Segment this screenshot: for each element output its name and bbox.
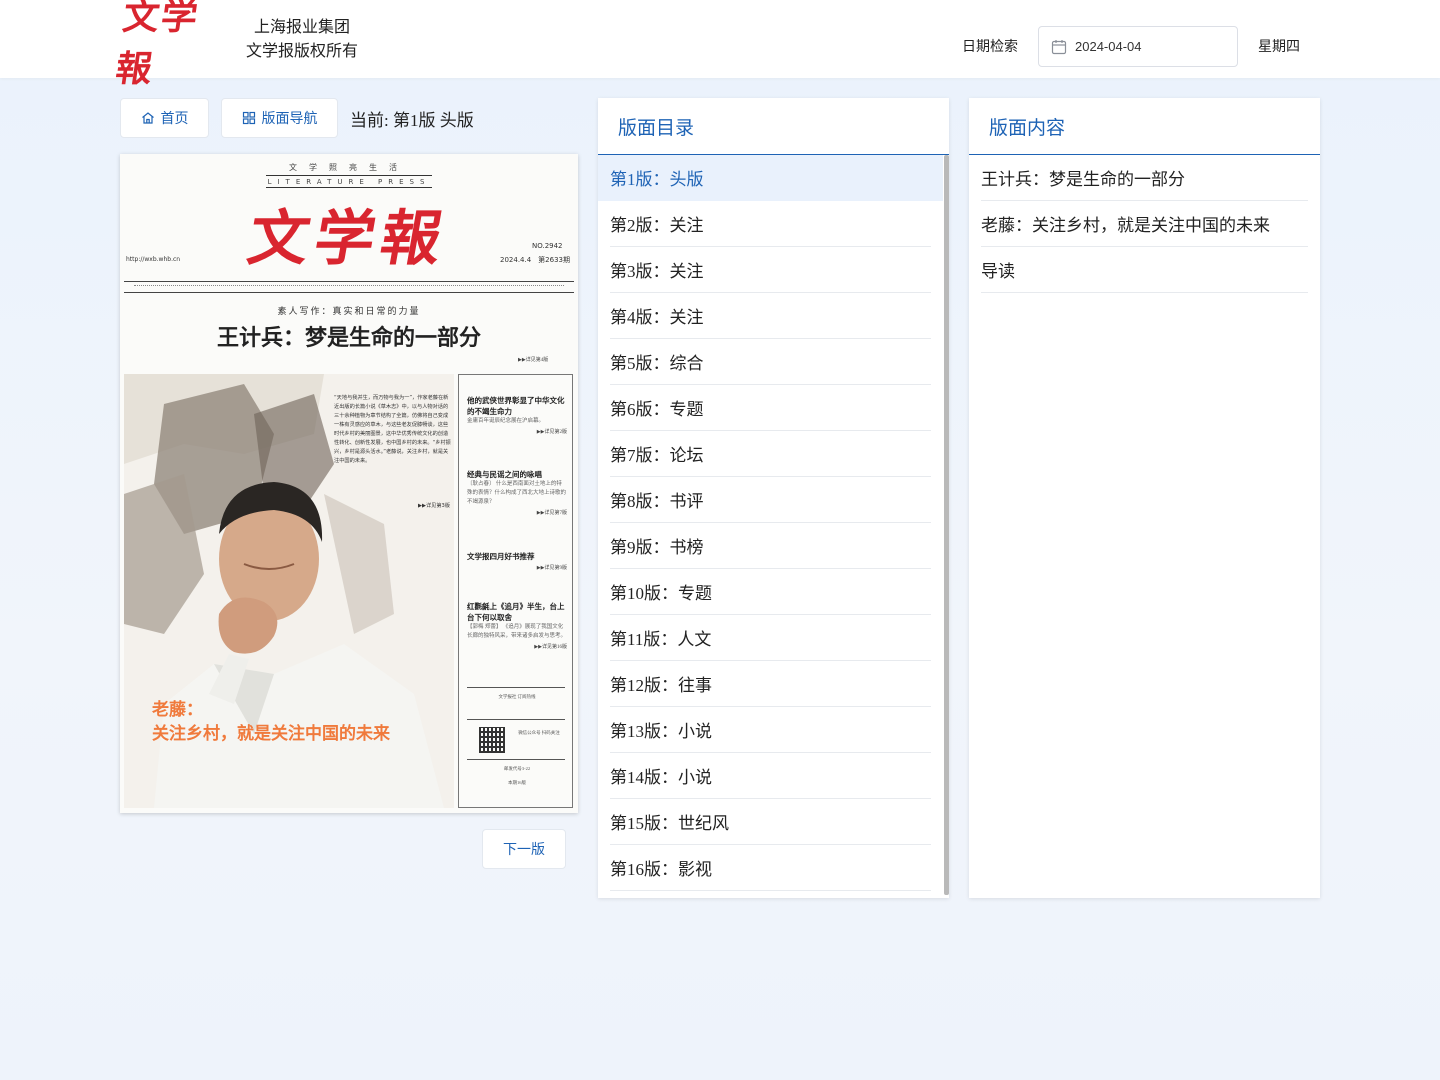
- page-content-list: 王计兵：梦是生命的一部分 老藤：关注乡村，就是关注中国的未来 导读: [981, 155, 1308, 293]
- group-name: 上海报业集团: [254, 19, 351, 36]
- site-header: 文学報 上海报业集团 文学报版权所有 日期检索 星期四: [0, 0, 1440, 90]
- next-page-button[interactable]: 下一版: [482, 829, 566, 869]
- calendar-icon: [1051, 39, 1067, 54]
- paper-kicker: 素人写作：真实和日常的力量: [277, 306, 421, 316]
- paper-sidebar-item-sub: 〔耿占春〕 什么是西南面对土地上的特殊的表情？什么构成了西北大地上诗歌的不竭源泉…: [467, 481, 567, 505]
- date-input[interactable]: [1075, 39, 1215, 54]
- home-icon: [141, 112, 154, 124]
- article-link[interactable]: 王计兵：梦是生命的一部分: [981, 155, 1308, 201]
- page-directory-title: 版面目录: [598, 98, 949, 155]
- page-content-title: 版面内容: [969, 98, 1320, 155]
- paper-lead-story: “天地与我并生，而万物与我为一”，作家老藤在新近出版的长篇小说《草木志》中，以与…: [334, 395, 451, 464]
- paper-sidebar-item-title: 他的武侠世界彰显了中华文化的不竭生命力: [467, 396, 565, 416]
- paper-url: http://wxb.whb.cn: [126, 256, 181, 263]
- article-link[interactable]: 导读: [981, 247, 1308, 293]
- home-button-label: 首页: [160, 111, 189, 127]
- directory-item[interactable]: 第10版：专题: [610, 569, 931, 615]
- paper-photo-title-line2: 关注乡村，就是关注中国的未来: [152, 724, 390, 744]
- paper-sidebar-item: 红氍毹上《追月》半生，台上台下何以取舍 【郭梅 郑蕾】 《追月》展现了我国文化长…: [467, 601, 567, 650]
- paper-sidebar-item: 他的武侠世界彰显了中华文化的不竭生命力 金庸百年诞辰纪念展在沪启幕。 ▶▶详见第…: [467, 395, 567, 435]
- directory-item[interactable]: 第4版：关注: [610, 293, 931, 339]
- paper-press-line: LITERATURE PRESS: [267, 178, 431, 186]
- directory-item[interactable]: 第11版：人文: [610, 615, 931, 661]
- copyright-text: 文学报版权所有: [246, 43, 359, 60]
- directory-item[interactable]: 第13版：小说: [610, 707, 931, 753]
- date-search-label: 日期检索: [962, 40, 1018, 55]
- paper-photo-title: 老藤： 关注乡村，就是关注中国的未来: [152, 698, 390, 746]
- date-picker[interactable]: [1038, 26, 1238, 67]
- article-link[interactable]: 老藤：关注乡村，就是关注中国的未来: [981, 201, 1308, 247]
- paper-sidebar-footer: 本期16版: [508, 780, 526, 785]
- paper-photo-title-line1: 老藤：: [152, 700, 203, 720]
- paper-sidebar-item-ref: ▶▶详见第2版: [536, 430, 567, 435]
- brand[interactable]: 文学報 上海报业集团 文学报版权所有: [113, 0, 358, 90]
- current-page-indicator: 当前: 第1版 头版: [350, 111, 474, 130]
- paper-issue-date: 2024.4.4 第2633期: [500, 256, 570, 264]
- newspaper-page-image[interactable]: 文学照亮生活 LITERATURE PRESS 文学報 http://wxb.w…: [120, 154, 578, 813]
- directory-item[interactable]: 第3版：关注: [610, 247, 931, 293]
- paper-sidebar-item: 文学报四月好书推荐 ▶▶详见第9版: [467, 551, 567, 571]
- page-content-panel: 版面内容 王计兵：梦是生命的一部分 老藤：关注乡村，就是关注中国的未来 导读: [969, 98, 1320, 898]
- page-directory-panel: 版面目录 第1版：头版 第2版：关注 第3版：关注 第4版：关注 第5版：综合 …: [598, 98, 949, 898]
- paper-info-bar-text: [134, 285, 564, 288]
- directory-item[interactable]: 第7版：论坛: [610, 431, 931, 477]
- paper-story-ref: ▶▶详见第3版: [417, 503, 450, 509]
- paper-sidebar-item-ref: ▶▶详见第9版: [536, 566, 567, 571]
- weekday-label: 星期四: [1258, 40, 1300, 55]
- home-button[interactable]: 首页: [120, 98, 209, 138]
- paper-top-line: 文学照亮生活: [289, 163, 409, 172]
- paper-rule: [266, 175, 432, 176]
- paper-sidebar-item: 经典与民谣之间的咏唱 〔耿占春〕 什么是西南面对土地上的特殊的表情？什么构成了西…: [467, 469, 567, 516]
- paper-headline-ref: ▶▶详见第4版: [518, 358, 549, 363]
- paper-sidebar-footer: 文学报社 订阅热线: [498, 694, 536, 699]
- paper-sidebar-item-title: 文学报四月好书推荐: [467, 552, 535, 561]
- directory-item[interactable]: 第15版：世纪风: [610, 799, 931, 845]
- page-directory-list[interactable]: 第1版：头版 第2版：关注 第3版：关注 第4版：关注 第5版：综合 第6版：专…: [598, 155, 943, 898]
- directory-item[interactable]: 第14版：小说: [610, 753, 931, 799]
- qr-code-icon: [479, 727, 505, 753]
- page-nav-button-label: 版面导航: [261, 111, 318, 127]
- paper-sidebar-rule: [467, 759, 565, 760]
- paper-sidebar-footer: 微信公众号 扫码关注: [518, 730, 560, 735]
- directory-item[interactable]: 第16版：影视: [610, 845, 931, 891]
- directory-item[interactable]: 第6版：专题: [610, 385, 931, 431]
- paper-sidebar-rule: [467, 719, 565, 720]
- directory-item[interactable]: 第9版：书榜: [610, 523, 931, 569]
- directory-scroll-thumb[interactable]: [944, 155, 949, 895]
- paper-sidebar-rule: [467, 687, 565, 688]
- paper-sidebar-item-sub: 【郭梅 郑蕾】 《追月》展现了我国文化长廊的独特风采，带来诸多启发与思考。: [467, 624, 567, 639]
- page-nav-button[interactable]: 版面导航: [221, 98, 338, 138]
- wenxuebao-logo[interactable]: 文学報: [113, 0, 235, 90]
- paper-sidebar: 他的武侠世界彰显了中华文化的不竭生命力 金庸百年诞辰纪念展在沪启幕。 ▶▶详见第…: [458, 374, 573, 808]
- paper-sidebar-footer: 邮发代号3-22: [503, 766, 531, 771]
- grid-icon: [242, 111, 255, 125]
- directory-scrollbar[interactable]: [943, 155, 949, 898]
- paper-number: NO.2942: [532, 242, 563, 250]
- paper-rule: [266, 187, 432, 188]
- next-page-button-label: 下一版: [503, 842, 545, 858]
- directory-item[interactable]: 第1版：头版: [598, 155, 943, 201]
- paper-sidebar-item-ref: ▶▶详见第16版: [534, 645, 567, 650]
- directory-item[interactable]: 第8版：书评: [610, 477, 931, 523]
- directory-item[interactable]: 第2版：关注: [610, 201, 931, 247]
- paper-sidebar-item-title: 红氍毹上《追月》半生，台上台下何以取舍: [467, 602, 565, 622]
- directory-item[interactable]: 第5版：综合: [610, 339, 931, 385]
- brand-text: 上海报业集团 文学报版权所有: [246, 16, 358, 64]
- paper-sidebar-item-ref: ▶▶详见第7版: [536, 511, 567, 516]
- paper-headline: 王计兵：梦是生命的一部分: [216, 326, 481, 351]
- paper-sidebar-item-title: 经典与民谣之间的咏唱: [467, 470, 542, 479]
- directory-item[interactable]: 第12版：往事: [610, 661, 931, 707]
- paper-sidebar-item-sub: 金庸百年诞辰纪念展在沪启幕。: [467, 418, 545, 424]
